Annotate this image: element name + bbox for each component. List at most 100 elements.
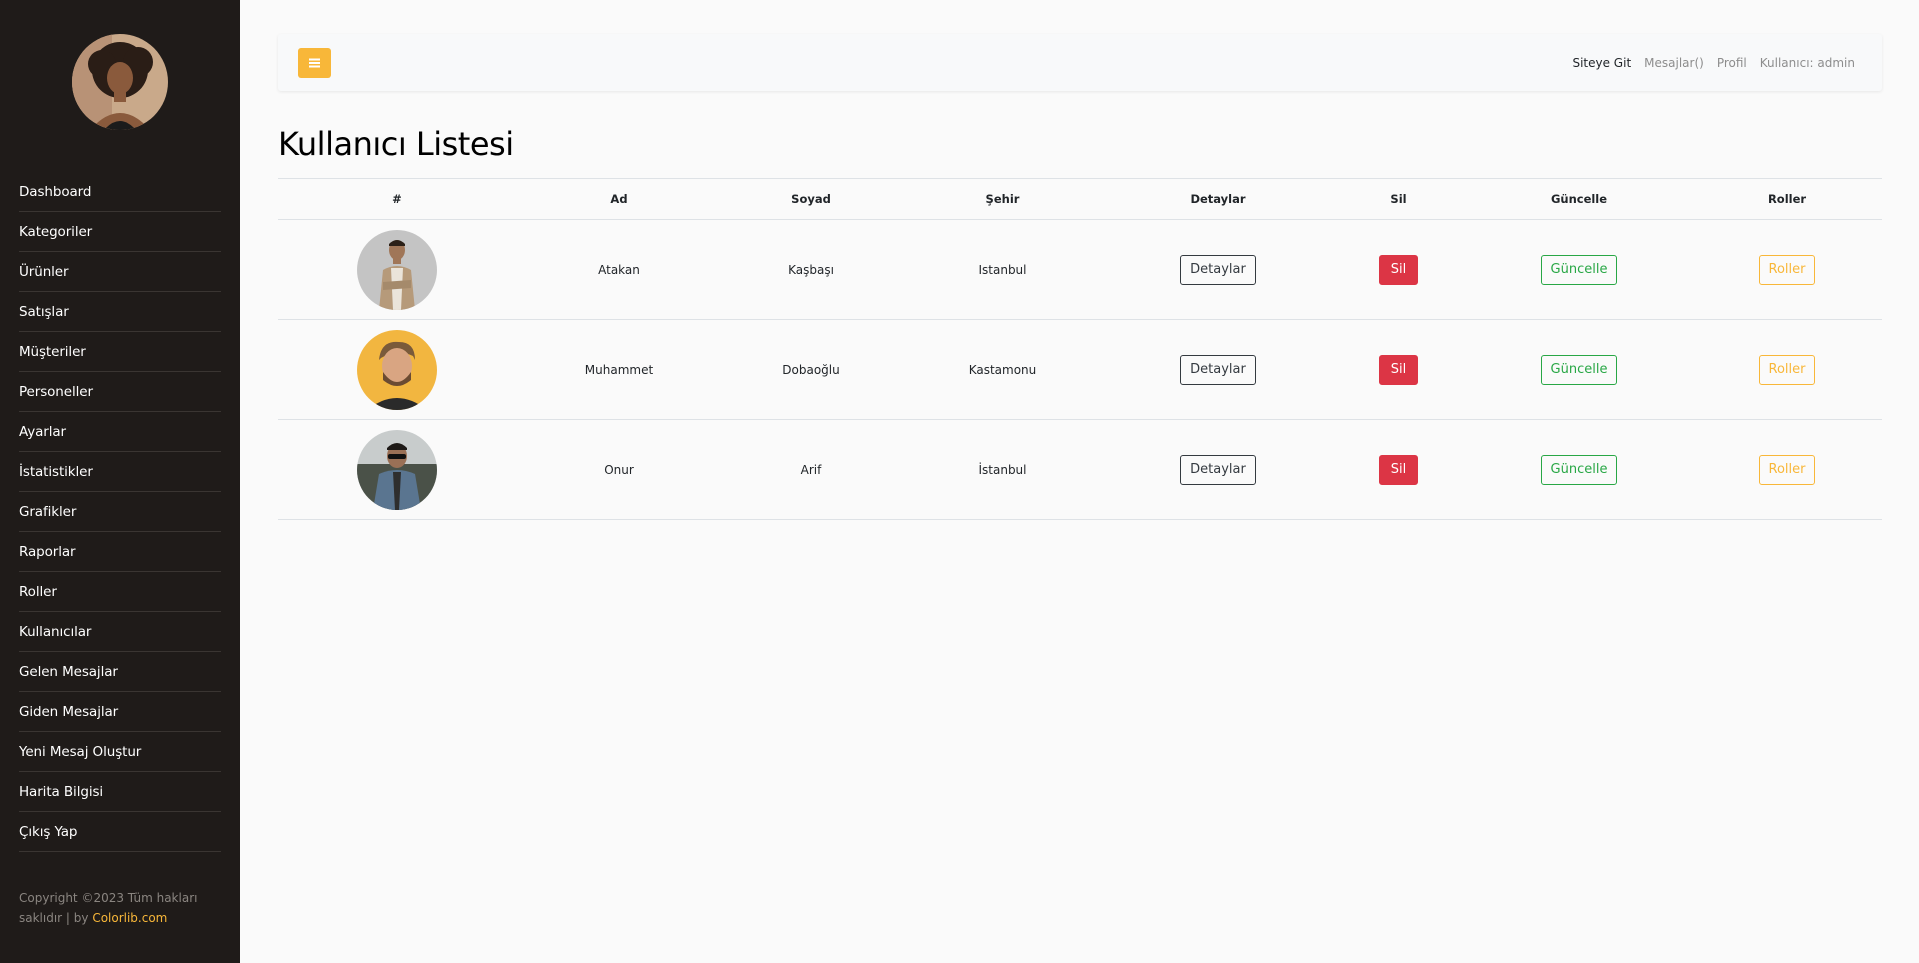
sidebar-item-label: Ürünler xyxy=(19,263,69,280)
cell-soyad: Kaşbaşı xyxy=(722,219,900,320)
sidebar-item-label: Raporlar xyxy=(19,543,76,560)
header-roller: Roller xyxy=(1692,178,1882,220)
sidebar-item-kullanicilar[interactable]: Kullanıcılar xyxy=(19,612,221,652)
photo-cell xyxy=(278,319,516,420)
sidebar-item-label: Harita Bilgisi xyxy=(19,783,104,800)
cell-detaylar: Detaylar xyxy=(1105,419,1331,520)
cell-sil: Sil xyxy=(1331,419,1466,520)
header-guncelle: Güncelle xyxy=(1466,178,1692,220)
cell-ad: Atakan xyxy=(516,219,722,320)
sidebar-item-ayarlar[interactable]: Ayarlar xyxy=(19,412,221,452)
sidebar-item-roller[interactable]: Roller xyxy=(19,572,221,612)
cell-sehir: Kastamonu xyxy=(900,319,1105,420)
guncelle-button[interactable]: Güncelle xyxy=(1540,354,1618,385)
sidebar-item-label: Kategoriler xyxy=(19,223,93,240)
sidebar-item-label: Yeni Mesaj Oluştur xyxy=(19,743,142,760)
current-user-link[interactable]: Kullanıcı: admin xyxy=(1760,56,1855,70)
user-table: # Ad Soyad Şehir Detaylar Sil Güncelle R… xyxy=(278,178,1882,520)
sidebar-item-harita-bilgisi[interactable]: Harita Bilgisi xyxy=(19,772,221,812)
roller-button[interactable]: Roller xyxy=(1758,454,1816,485)
sidebar-item-istatistikler[interactable]: İstatistikler xyxy=(19,452,221,492)
cell-detaylar: Detaylar xyxy=(1105,219,1331,320)
sidebar: Dashboard Kategoriler Ürünler Satışlar M… xyxy=(0,0,240,963)
top-links: Siteye Git Mesajlar() Profil Kullanıcı: … xyxy=(1572,34,1855,91)
cell-sil: Sil xyxy=(1331,319,1466,420)
profil-link[interactable]: Profil xyxy=(1717,56,1747,70)
table-row: Atakan Kaşbaşı Istanbul Detaylar Sil Gün… xyxy=(278,219,1882,320)
photo-cell xyxy=(278,219,516,320)
table-row: Onur Arif İstanbul Detaylar Sil Güncelle… xyxy=(278,419,1882,520)
sidebar-item-label: Müşteriler xyxy=(19,343,86,360)
user-photo xyxy=(357,429,437,510)
header-soyad: Soyad xyxy=(722,178,900,220)
sidebar-item-dashboard[interactable]: Dashboard xyxy=(19,172,221,212)
table-row: Muhammet Dobaoğlu Kastamonu Detaylar Sil… xyxy=(278,319,1882,420)
sidebar-item-urunler[interactable]: Ürünler xyxy=(19,252,221,292)
cell-ad: Onur xyxy=(516,419,722,520)
sidebar-item-label: Personeller xyxy=(19,383,93,400)
colorlib-link[interactable]: Colorlib.com xyxy=(92,911,167,925)
cell-ad: Muhammet xyxy=(516,319,722,420)
sidebar-item-grafikler[interactable]: Grafikler xyxy=(19,492,221,532)
page-title: Kullanıcı Listesi xyxy=(278,125,514,163)
sidebar-nav: Dashboard Kategoriler Ürünler Satışlar M… xyxy=(19,172,221,852)
table-header-row: # Ad Soyad Şehir Detaylar Sil Güncelle R… xyxy=(278,178,1882,220)
hamburger-icon xyxy=(309,58,320,68)
sidebar-item-gelen-mesajlar[interactable]: Gelen Mesajlar xyxy=(19,652,221,692)
header-detaylar: Detaylar xyxy=(1105,178,1331,220)
sidebar-item-personeller[interactable]: Personeller xyxy=(19,372,221,412)
cell-soyad: Dobaoğlu xyxy=(722,319,900,420)
cell-sil: Sil xyxy=(1331,219,1466,320)
header-sehir: Şehir xyxy=(900,178,1105,220)
cell-sehir: Istanbul xyxy=(900,219,1105,320)
roller-button[interactable]: Roller xyxy=(1758,354,1816,385)
cell-sehir: İstanbul xyxy=(900,419,1105,520)
sidebar-item-label: Giden Mesajlar xyxy=(19,703,119,720)
detaylar-button[interactable]: Detaylar xyxy=(1180,354,1256,385)
sil-button[interactable]: Sil xyxy=(1378,254,1419,285)
sidebar-item-label: Ayarlar xyxy=(19,423,67,440)
header-ad: Ad xyxy=(516,178,722,220)
header-sil: Sil xyxy=(1331,178,1466,220)
detaylar-button[interactable]: Detaylar xyxy=(1180,254,1256,285)
top-navbar: Siteye Git Mesajlar() Profil Kullanıcı: … xyxy=(278,34,1882,91)
cell-guncelle: Güncelle xyxy=(1466,419,1692,520)
sidebar-item-yeni-mesaj[interactable]: Yeni Mesaj Oluştur xyxy=(19,732,221,772)
sil-button[interactable]: Sil xyxy=(1378,454,1419,485)
sidebar-item-musteriler[interactable]: Müşteriler xyxy=(19,332,221,372)
mesajlar-link[interactable]: Mesajlar() xyxy=(1644,56,1704,70)
siteye-git-link[interactable]: Siteye Git xyxy=(1572,56,1631,70)
sidebar-item-label: Kullanıcılar xyxy=(19,623,92,640)
sidebar-item-label: Dashboard xyxy=(19,183,92,200)
cell-guncelle: Güncelle xyxy=(1466,319,1692,420)
sidebar-item-label: Satışlar xyxy=(19,303,69,320)
sidebar-item-satislar[interactable]: Satışlar xyxy=(19,292,221,332)
sidebar-item-label: Çıkış Yap xyxy=(19,823,78,840)
sidebar-item-label: Grafikler xyxy=(19,503,77,520)
copyright-text: Copyright ©2023 Tüm hakları saklıdır | b… xyxy=(19,888,219,928)
cell-guncelle: Güncelle xyxy=(1466,219,1692,320)
cell-roller: Roller xyxy=(1692,419,1882,520)
sidebar-item-raporlar[interactable]: Raporlar xyxy=(19,532,221,572)
cell-soyad: Arif xyxy=(722,419,900,520)
cell-roller: Roller xyxy=(1692,219,1882,320)
roller-button[interactable]: Roller xyxy=(1758,254,1816,285)
sidebar-item-kategoriler[interactable]: Kategoriler xyxy=(19,212,221,252)
sidebar-toggle-button[interactable] xyxy=(298,48,331,78)
cell-roller: Roller xyxy=(1692,319,1882,420)
guncelle-button[interactable]: Güncelle xyxy=(1540,254,1618,285)
user-photo xyxy=(357,229,437,310)
guncelle-button[interactable]: Güncelle xyxy=(1540,454,1618,485)
sidebar-item-giden-mesajlar[interactable]: Giden Mesajlar xyxy=(19,692,221,732)
sidebar-item-label: Roller xyxy=(19,583,57,600)
main-content: Siteye Git Mesajlar() Profil Kullanıcı: … xyxy=(240,0,1919,963)
cell-detaylar: Detaylar xyxy=(1105,319,1331,420)
user-photo xyxy=(357,329,437,410)
sidebar-item-label: Gelen Mesajlar xyxy=(19,663,118,680)
sil-button[interactable]: Sil xyxy=(1378,354,1419,385)
sidebar-item-cikis-yap[interactable]: Çıkış Yap xyxy=(19,812,221,852)
sidebar-avatar xyxy=(72,34,168,130)
photo-cell xyxy=(278,419,516,520)
detaylar-button[interactable]: Detaylar xyxy=(1180,454,1256,485)
sidebar-item-label: İstatistikler xyxy=(19,463,93,480)
